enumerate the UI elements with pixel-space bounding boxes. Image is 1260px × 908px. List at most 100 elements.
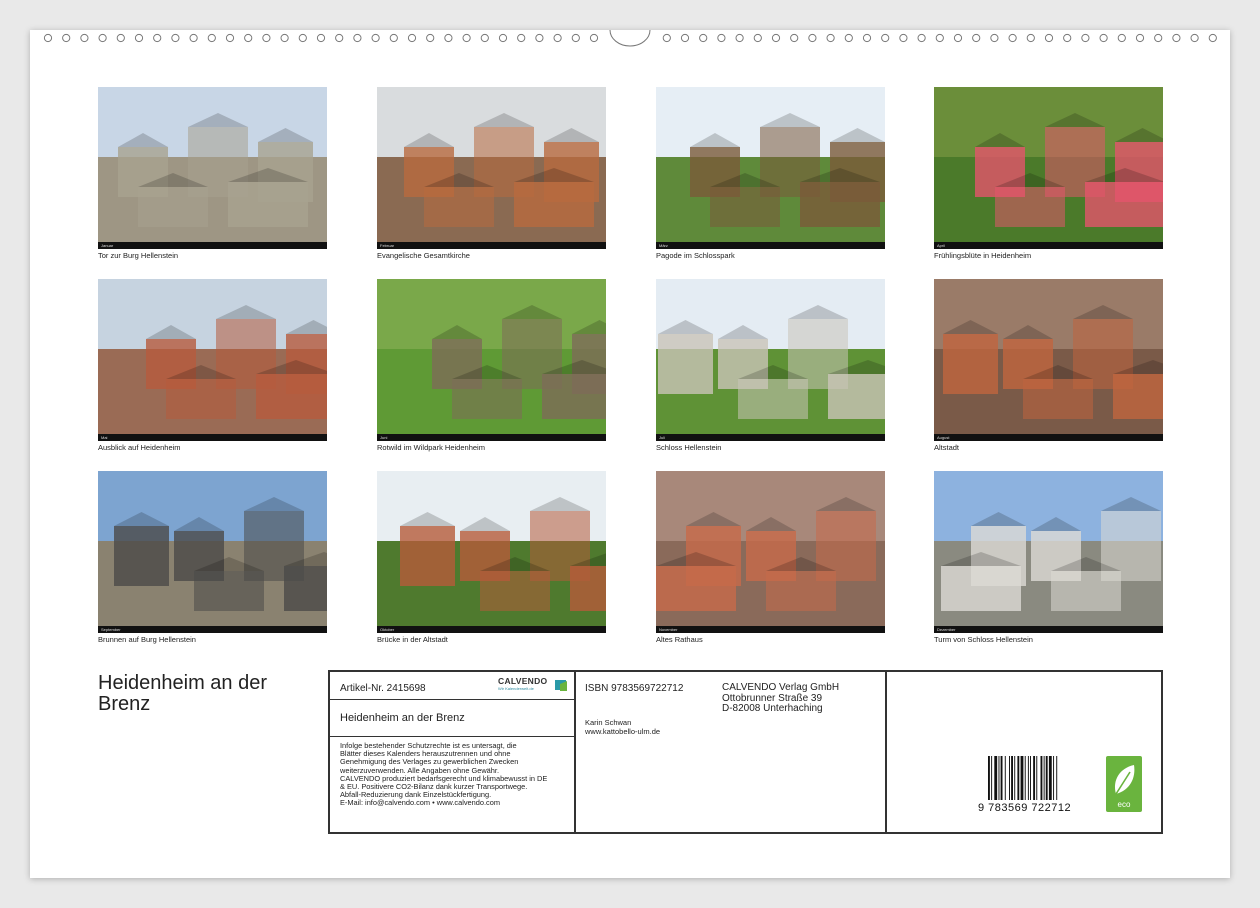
binding-ring [1026, 33, 1035, 43]
binding-ring [1172, 33, 1181, 43]
binding-ring [535, 33, 544, 43]
binding-ring [444, 33, 453, 43]
photo-image [934, 279, 1163, 441]
month-bar: Dezember [934, 626, 1163, 633]
info-box: Artikel-Nr. 2415698 CALVENDO Wir Kalende… [328, 670, 1163, 834]
calendar-title: Heidenheim an der Brenz [98, 672, 267, 715]
binding-ring [171, 33, 180, 43]
binding-ring [371, 33, 380, 43]
photo-month-8: August [934, 279, 1163, 441]
binding-ring [1008, 33, 1017, 43]
binding-ring [189, 33, 198, 43]
calvendo-mark-icon [555, 680, 567, 691]
publisher-line: D-82008 Unterhaching [722, 703, 823, 714]
binding-ring [953, 33, 963, 43]
binding-ring [753, 33, 762, 43]
photo-caption: Brunnen auf Burg Hellenstein [98, 635, 196, 644]
binding-ring [553, 33, 562, 43]
photo-caption: Pagode im Schlosspark [656, 251, 735, 260]
photo-month-7: Juli [656, 279, 885, 441]
month-bar: April [934, 242, 1163, 249]
legal-text: Infolge bestehender Schutzrechte ist es … [340, 741, 570, 808]
month-bar: Oktober [377, 626, 606, 633]
binding-ring [207, 33, 216, 43]
photo-caption: Frühlingsblüte in Heidenheim [934, 251, 1032, 260]
photo-image [98, 471, 327, 633]
eco-badge: eco [1106, 756, 1142, 812]
legal-line: E-Mail: info@calvendo.com • www.calvendo… [340, 798, 501, 808]
binding-ring [98, 33, 107, 43]
binding-ring [389, 33, 398, 43]
binding-ring [1208, 33, 1217, 43]
photo-month-5: Mai [98, 279, 327, 441]
publisher-address: CALVENDO Verlag GmbH Ottobrunner Straße 3… [722, 682, 840, 715]
photo-caption: Turm von Schloss Hellenstein [934, 635, 1033, 644]
binding-ring [972, 33, 981, 43]
month-bar: Januar [98, 242, 327, 249]
binding-ring [935, 33, 944, 43]
photo-caption: Brücke in der Altstadt [377, 635, 448, 644]
month-bar: November [656, 626, 885, 633]
binding-ring [1135, 33, 1145, 43]
binding-ring [480, 33, 489, 43]
binding-ring [735, 33, 744, 43]
binding-ring [862, 33, 872, 43]
binding-ring [808, 33, 817, 43]
photo-caption: Altstadt [934, 443, 960, 452]
binding-ring [244, 33, 253, 43]
photo-month-4: April [934, 87, 1163, 249]
month-bar: August [934, 434, 1163, 441]
author-name: Karin Schwan [585, 718, 632, 727]
binding-ring [899, 33, 908, 43]
binding-ring [116, 33, 125, 43]
barcode-icon [988, 756, 1058, 800]
month-bar: Juli [656, 434, 885, 441]
photo-image [656, 279, 885, 441]
binding-ring [153, 33, 162, 43]
photo-caption: Schloss Hellenstein [656, 443, 722, 452]
photo-image [98, 87, 327, 249]
photo-month-2: Februar [377, 87, 606, 249]
binding-ring [1117, 33, 1126, 43]
photo-image [934, 87, 1163, 249]
binding-ring [462, 33, 471, 43]
photo-month-3: März [656, 87, 885, 249]
leaf-icon [1114, 765, 1135, 795]
binding-ring [1081, 33, 1090, 43]
binding-ring [662, 33, 671, 43]
publisher-line: CALVENDO Verlag GmbH [722, 682, 840, 693]
binding-ring [571, 33, 580, 43]
author-url: www.kattobello-ulm.de [585, 727, 661, 736]
binding-ring [335, 33, 344, 43]
month-bar: Mai [98, 434, 327, 441]
binding-ring [353, 33, 362, 43]
photo-month-12: Dezember [934, 471, 1163, 633]
hanger-notch [609, 30, 651, 47]
binding-ring [43, 33, 53, 43]
photo-image [377, 471, 606, 633]
binding-ring [225, 33, 235, 43]
binding-ring [280, 33, 289, 43]
month-bar: Juni [377, 434, 606, 441]
photo-caption: Rotwild im Wildpark Heidenheim [377, 443, 485, 452]
binding-ring [881, 33, 890, 43]
photo-image [656, 87, 885, 249]
month-bar: September [98, 626, 327, 633]
article-number: Artikel-Nr. 2415698 [340, 683, 426, 694]
photo-image [656, 471, 885, 633]
binding-ring [790, 33, 799, 43]
photo-month-10: Oktober [377, 471, 606, 633]
photo-month-9: September [98, 471, 327, 633]
month-bar: Februar [377, 242, 606, 249]
binding-ring [771, 33, 781, 43]
photo-month-1: Januar [98, 87, 327, 249]
binding-ring [62, 33, 71, 43]
binding-ring [1154, 33, 1163, 43]
binding-ring [298, 33, 307, 43]
binding-ring [717, 33, 726, 43]
barcode-number: 9 783569 722712 [978, 802, 1072, 814]
photo-caption: Altes Rathaus [656, 635, 703, 644]
binding-ring [844, 33, 853, 43]
binding-ring [990, 33, 999, 43]
binding-rings [43, 30, 1217, 47]
